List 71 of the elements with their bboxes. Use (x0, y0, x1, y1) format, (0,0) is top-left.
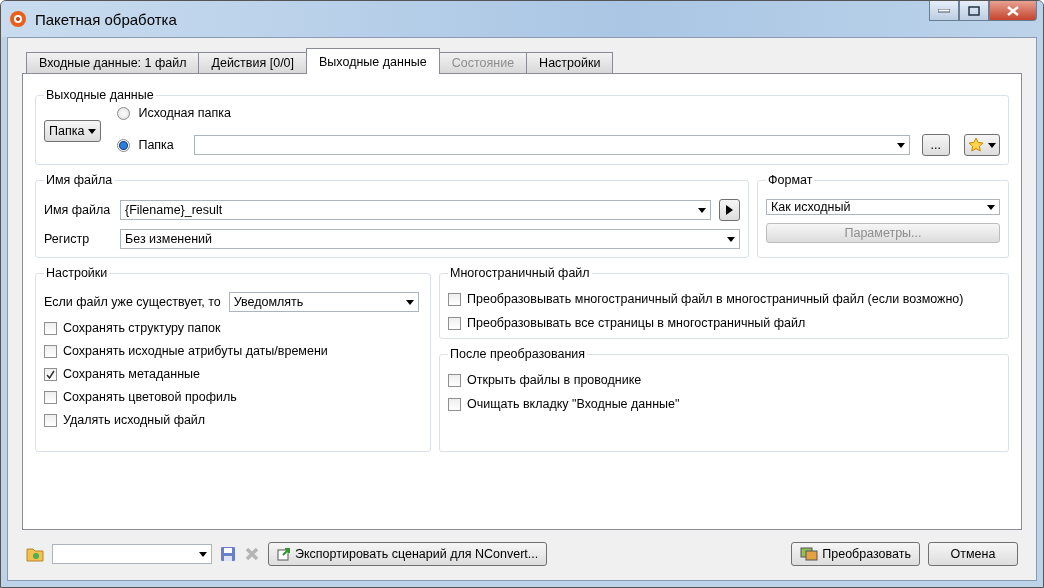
checkbox[interactable] (44, 344, 57, 358)
app-logo-icon (9, 10, 27, 28)
tab[interactable]: Действия [0/0] (198, 52, 308, 74)
minimize-button[interactable] (929, 1, 959, 21)
radio-label: Исходная папка (138, 106, 231, 120)
delete-icon[interactable] (244, 546, 260, 562)
star-icon (968, 137, 984, 153)
checkbox-label: Преобразовывать все страницы в многостраничный файл (467, 316, 806, 330)
checkbox-label: Сохранять исходные атрибуты даты/времени (63, 344, 328, 358)
group-title: Настройки (45, 266, 109, 280)
checkbox[interactable] (44, 390, 57, 404)
caret-icon (405, 299, 414, 305)
checkbox-label: Сохранять цветовой профиль (63, 390, 237, 404)
browse-button[interactable]: ... (921, 134, 950, 156)
export-icon (277, 547, 291, 561)
checkbox[interactable] (448, 373, 461, 387)
group-title: Многостраничный файл (449, 266, 591, 280)
caret-icon (988, 142, 996, 148)
caret-icon (199, 551, 207, 557)
checkbox[interactable] (44, 367, 57, 381)
filename-field[interactable]: {Filename}_result (120, 200, 711, 220)
exists-dropdown[interactable]: Уведомлять (228, 292, 419, 312)
favorites-button[interactable] (964, 134, 1000, 156)
case-dropdown[interactable]: Без изменений (120, 229, 740, 249)
insert-button[interactable] (719, 199, 740, 221)
convert-button[interactable]: Преобразовать (791, 542, 920, 566)
radio-label: Папка (138, 138, 175, 152)
checkbox[interactable] (44, 413, 57, 427)
checkbox[interactable] (448, 292, 461, 306)
maximize-button[interactable] (959, 1, 989, 21)
tab[interactable]: Выходные данные (306, 48, 440, 74)
mode-dropdown[interactable]: Папка (44, 120, 102, 142)
images-icon (800, 547, 819, 561)
cancel-button[interactable]: Отмена (928, 542, 1018, 566)
format-dropdown[interactable]: Как исходный (766, 199, 1000, 215)
checkbox[interactable] (44, 321, 57, 335)
checkbox[interactable] (448, 397, 461, 411)
script-dropdown[interactable] (52, 544, 212, 564)
close-icon (1007, 5, 1019, 16)
checkbox-label: Сохранять метаданные (63, 367, 201, 381)
play-icon (726, 205, 733, 215)
checkbox-label: Сохранять структуру папок (63, 321, 221, 335)
group-title: После преобразования (449, 347, 587, 361)
folder-path-field[interactable] (194, 135, 910, 155)
checkbox-label: Преобразовывать многостраничный файл в многостраничный файл (если возможно) (467, 292, 964, 306)
close-button[interactable] (989, 1, 1037, 21)
folder-icon (26, 546, 44, 562)
maximize-icon (968, 5, 980, 16)
checkbox-label: Очищать вкладку "Входные данные" (467, 397, 680, 411)
checkbox-label: Удалять исходный файл (63, 413, 206, 427)
tab[interactable]: Входные данные: 1 файл (26, 52, 200, 74)
group-title: Выходные данные (45, 88, 155, 102)
radio-button[interactable] (117, 106, 131, 120)
field-label: Имя файла (44, 203, 112, 217)
group-title: Имя файла (45, 173, 114, 187)
caret-icon (88, 128, 97, 134)
group-title: Формат (767, 173, 814, 187)
caret-icon (896, 142, 905, 148)
checkbox-label: Открыть файлы в проводнике (467, 373, 642, 387)
checkbox[interactable] (448, 316, 461, 330)
caret-icon (987, 204, 995, 210)
field-label: Если файл уже существует, то (44, 295, 221, 309)
field-label: Регистр (44, 232, 91, 246)
minimize-icon (938, 8, 950, 13)
window-title: Пакетная обработка (35, 10, 178, 28)
tab[interactable]: Настройки (526, 52, 614, 74)
export-button[interactable]: Экспортировать сценарий для NConvert... (268, 542, 548, 566)
caret-icon (727, 236, 735, 242)
save-icon[interactable] (220, 546, 236, 562)
radio-button[interactable] (117, 138, 131, 152)
caret-icon (698, 207, 706, 213)
